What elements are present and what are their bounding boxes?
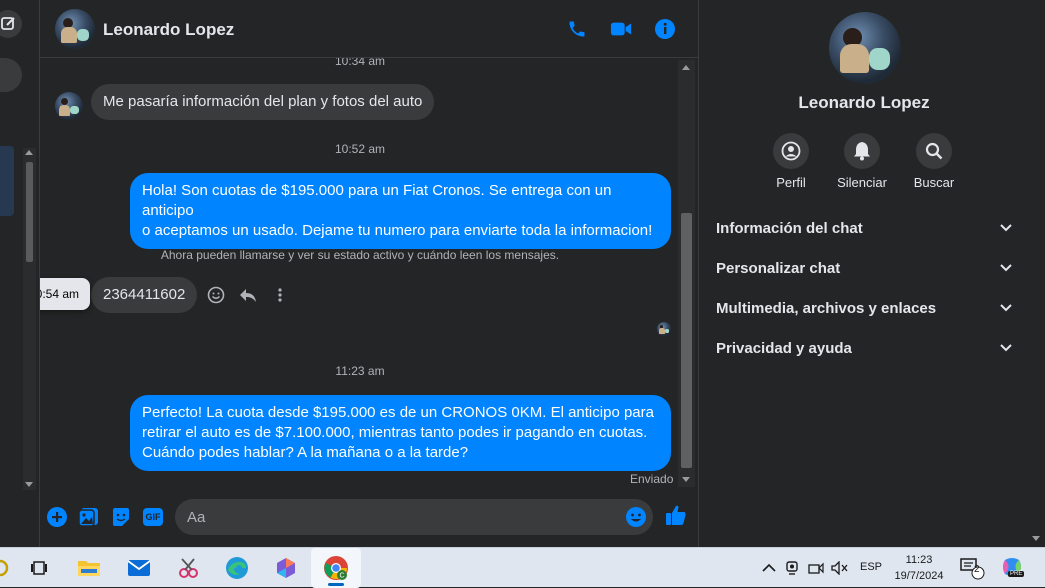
message-line: Hola! Son cuotas de $195.000 para un Fia… (142, 182, 612, 219)
profile-avatar[interactable] (829, 12, 901, 84)
chevron-down-icon (1000, 344, 1012, 352)
chat-list-scrollbar[interactable] (23, 148, 36, 490)
section-media-files-links[interactable]: Multimedia, archivos y enlaces (716, 294, 1012, 322)
chat-list-search-pill[interactable] (0, 58, 22, 92)
message-status: Enviado (630, 472, 674, 486)
incoming-message[interactable]: Me pasaría información del plan y fotos … (91, 84, 435, 120)
more-options-icon[interactable] (269, 284, 291, 306)
scroll-up-arrow-icon[interactable] (682, 65, 690, 70)
section-customize-chat[interactable]: Personalizar chat (716, 254, 1012, 282)
chrome-icon[interactable]: C (322, 554, 350, 582)
scroll-up-arrow-icon[interactable] (25, 150, 33, 155)
message-line: Perfecto! La cuota desde $195.000 es de … (142, 404, 654, 421)
like-icon[interactable] (665, 504, 687, 526)
notification-count: 2 (974, 564, 980, 575)
volume-muted-icon[interactable] (826, 554, 854, 582)
section-label: Información del chat (716, 219, 863, 237)
info-icon[interactable] (652, 16, 678, 42)
incoming-message[interactable]: 2364411602 (91, 277, 198, 313)
snipping-tool-icon[interactable] (174, 554, 202, 582)
contact-avatar[interactable] (55, 9, 95, 49)
message-line: o aceptamos un usado. Dejame tu numero p… (142, 222, 653, 239)
section-chat-info[interactable]: Información del chat (716, 214, 1012, 242)
message-time-tooltip: 10:54 am (40, 278, 90, 310)
outgoing-message[interactable]: Hola! Son cuotas de $195.000 para un Fia… (130, 173, 671, 249)
timestamp: 11:23 am (335, 364, 385, 378)
task-view-icon[interactable] (25, 554, 53, 582)
gif-label: GIF (143, 508, 163, 526)
left-chat-list-strip (0, 0, 40, 547)
message-composer: GIF (40, 495, 698, 547)
clock-date: 19/7/2024 (894, 570, 944, 582)
copilot-icon[interactable]: PRE (998, 554, 1026, 582)
timestamp: 10:52 am (334, 142, 386, 156)
gif-icon[interactable]: GIF (142, 506, 164, 528)
reply-icon[interactable] (237, 284, 259, 306)
search-action[interactable]: Buscar (894, 133, 974, 190)
sender-avatar[interactable] (55, 92, 83, 120)
svg-text:C: C (339, 573, 344, 580)
messenger-app: Leonardo Lopez 10:34 am Me pasaría infor… (0, 0, 1045, 547)
system-notice: Ahora pueden llamarse y ver su estado ac… (160, 248, 560, 262)
plus-icon[interactable] (46, 506, 68, 528)
search-taskbar-icon[interactable] (0, 554, 14, 582)
profile-icon[interactable] (773, 133, 809, 169)
panel-scrollbar[interactable] (1028, 0, 1045, 547)
message-scrollbar[interactable] (678, 60, 695, 487)
bell-icon[interactable] (844, 133, 880, 169)
mute-action[interactable]: Silenciar (822, 133, 902, 190)
scroll-down-arrow-icon[interactable] (682, 477, 690, 482)
edge-browser-icon[interactable] (223, 554, 251, 582)
react-emoji-icon[interactable] (205, 284, 227, 306)
windows-taskbar: C ESP 11:23 19/7/2024 2 PRE (0, 547, 1045, 588)
chevron-down-icon (1000, 304, 1012, 312)
active-app-chrome[interactable]: C (311, 548, 361, 588)
search-icon[interactable] (916, 133, 952, 169)
message-line: Cuándo podes hablar? A la mañana o a la … (142, 444, 469, 461)
conversation-details-panel: Leonardo Lopez Perfil Silenciar Buscar I… (698, 0, 1028, 547)
notifications-icon[interactable]: 2 (958, 554, 986, 582)
selected-chat-highlight[interactable] (0, 146, 14, 216)
conversation-header: Leonardo Lopez (40, 0, 698, 58)
scrollbar-thumb[interactable] (681, 213, 692, 468)
message-input[interactable] (187, 499, 607, 535)
copilot-app-icon[interactable] (272, 554, 300, 582)
seen-indicator-avatar (657, 322, 671, 336)
message-list: 10:34 am Me pasaría información del plan… (40, 58, 698, 495)
action-label: Buscar (913, 175, 955, 190)
section-label: Privacidad y ayuda (716, 339, 852, 357)
compose-icon (1, 17, 15, 30)
chevron-down-icon (1000, 264, 1012, 272)
active-indicator (328, 583, 344, 586)
action-label: Perfil (776, 175, 806, 190)
sticker-icon[interactable] (110, 506, 132, 528)
chevron-down-icon (1000, 224, 1012, 232)
message-line: retirar el auto es de $7.100.000, mientr… (142, 424, 648, 441)
copilot-badge: PRE (1008, 571, 1025, 577)
scroll-down-arrow-icon[interactable] (25, 482, 33, 487)
section-label: Multimedia, archivos y enlaces (716, 299, 937, 317)
scroll-down-arrow-icon[interactable] (1032, 536, 1040, 541)
action-label: Silenciar (837, 175, 887, 190)
video-icon[interactable] (608, 16, 634, 42)
language-indicator[interactable]: ESP (860, 561, 882, 573)
emoji-icon[interactable] (625, 506, 647, 528)
section-privacy-help[interactable]: Privacidad y ayuda (716, 334, 1012, 362)
timestamp: 10:34 am (334, 58, 386, 68)
message-actions (205, 284, 291, 306)
image-icon[interactable] (78, 506, 100, 528)
outgoing-message[interactable]: Perfecto! La cuota desde $195.000 es de … (130, 395, 671, 471)
file-explorer-icon[interactable] (75, 554, 103, 582)
contact-name[interactable]: Leonardo Lopez (103, 20, 234, 40)
profile-name: Leonardo Lopez (798, 93, 930, 112)
message-input-wrapper (175, 499, 653, 535)
phone-icon[interactable] (564, 16, 590, 42)
scrollbar-thumb[interactable] (26, 162, 33, 262)
section-label: Personalizar chat (716, 259, 841, 277)
profile-action[interactable]: Perfil (751, 133, 831, 190)
system-clock[interactable]: 11:23 19/7/2024 (890, 552, 948, 584)
clock-time: 11:23 (905, 554, 933, 566)
mail-icon[interactable] (125, 554, 153, 582)
new-message-button[interactable] (0, 10, 22, 38)
